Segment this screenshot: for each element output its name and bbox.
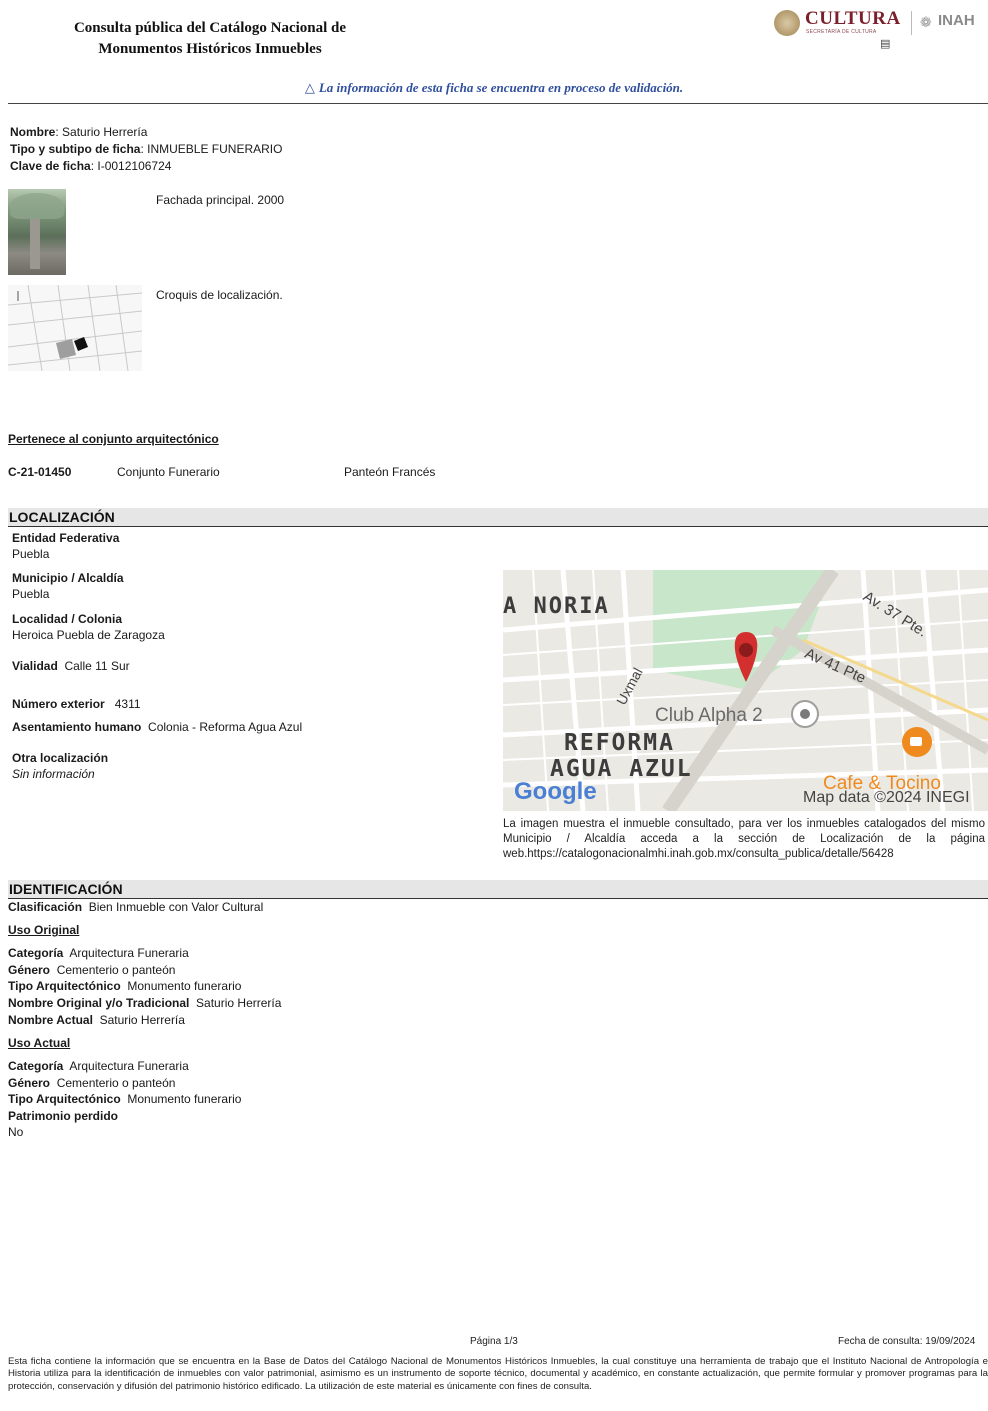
identificacion-heading: IDENTIFICACIÓN xyxy=(9,881,123,897)
uso-original-tipo: Tipo Arquitectónico Monumento funerario xyxy=(8,979,241,993)
genero-value: Cementerio o panteón xyxy=(56,1076,176,1090)
facade-photo-caption: Fachada principal. 2000 xyxy=(156,193,285,207)
asentamiento-value: Colonia - Reforma Agua Azul xyxy=(148,720,303,734)
consultation-date: Fecha de consulta: 19/09/2024 xyxy=(838,1336,976,1347)
genero-value: Cementerio o panteón xyxy=(56,963,176,977)
header-logos: CULTURA SECRETARÍA DE CULTURA ❁ INAH ▤ xyxy=(772,8,988,54)
map-label-reforma: REFORMA xyxy=(564,730,675,756)
otra-localizacion-value: Sin información xyxy=(12,767,95,781)
entidad-value: Puebla xyxy=(12,547,50,561)
cultura-logo-subtitle: SECRETARÍA DE CULTURA xyxy=(806,29,877,35)
small-emblem-icon: ▤ xyxy=(880,37,891,50)
uso-actual-genero: Género Cementerio o panteón xyxy=(8,1076,175,1090)
vialidad-field: Vialidad Calle 11 Sur xyxy=(12,659,130,673)
header-divider xyxy=(8,103,988,104)
numero-value: 4311 xyxy=(114,697,141,711)
map-label-club: Club Alpha 2 xyxy=(655,705,763,726)
sketch-caption: Croquis de localización. xyxy=(156,288,283,302)
title-line-2: Monumentos Históricos Inmuebles xyxy=(98,41,322,57)
localidad-label: Localidad / Colonia xyxy=(12,612,123,626)
government-seal-icon xyxy=(774,10,800,36)
validation-notice-text: La información de esta ficha se encuentr… xyxy=(318,80,684,95)
clasificacion-label: Clasificación xyxy=(8,900,83,914)
conjunto-type: Conjunto Funerario xyxy=(117,465,220,479)
map-caption: La imagen muestra el inmueble consultado… xyxy=(503,818,985,860)
page-number: Página 1/3 xyxy=(470,1336,518,1347)
uso-original-heading: Uso Original xyxy=(8,923,80,937)
nombre-original-label: Nombre Original y/o Tradicional xyxy=(8,996,190,1010)
genero-label: Género xyxy=(8,1076,51,1090)
municipio-label: Municipio / Alcaldía xyxy=(12,571,124,585)
vialidad-value: Calle 11 Sur xyxy=(64,659,130,673)
localizacion-section-header: LOCALIZACIÓN xyxy=(8,508,988,527)
location-sketch[interactable] xyxy=(8,285,142,371)
tipo-arquitectonico-label: Tipo Arquitectónico xyxy=(8,1092,121,1106)
uso-original-categoria: Categoría Arquitectura Funeraria xyxy=(8,946,189,960)
clave-value: I-0012106724 xyxy=(97,159,172,173)
conjunto-name: Panteón Francés xyxy=(344,465,436,479)
clasificacion-value: Bien Inmueble con Valor Cultural xyxy=(88,900,264,914)
localizacion-heading: LOCALIZACIÓN xyxy=(9,509,115,525)
logo-separator xyxy=(911,11,912,35)
monument-shape xyxy=(30,219,40,269)
location-sketch-drawing xyxy=(8,285,142,371)
clasificacion-field: Clasificación Bien Inmueble con Valor Cu… xyxy=(8,900,263,914)
localidad-value: Heroica Puebla de Zaragoza xyxy=(12,628,165,642)
tipo-arquitectonico-value: Monumento funerario xyxy=(127,979,242,993)
conjunto-heading: Pertenece al conjunto arquitectónico xyxy=(8,432,219,446)
summary-nombre: Nombre: Saturio Herrería xyxy=(10,125,148,139)
patrimonio-perdido-value: No xyxy=(8,1125,24,1139)
categoria-label: Categoría xyxy=(8,946,64,960)
uso-actual-tipo: Tipo Arquitectónico Monumento funerario xyxy=(8,1092,241,1106)
otra-localizacion-label: Otra localización xyxy=(12,751,109,765)
title-line-1: Consulta pública del Catálogo Nacional d… xyxy=(73,20,347,36)
tipo-value: INMUEBLE FUNERARIO xyxy=(147,142,283,156)
google-logo: Google xyxy=(514,778,597,805)
uso-original-nombre-actual: Nombre Actual Saturio Herrería xyxy=(8,1013,185,1027)
categoria-value: Arquitectura Funeraria xyxy=(69,946,189,960)
cultura-logo: CULTURA xyxy=(805,8,901,29)
tipo-label: Tipo y subtipo de ficha xyxy=(10,142,141,156)
patrimonio-perdido-label: Patrimonio perdido xyxy=(8,1109,119,1123)
map-data-attribution: Map data ©2024 INEGI xyxy=(803,789,970,806)
tipo-arquitectonico-label: Tipo Arquitectónico xyxy=(8,979,121,993)
numero-field: Número exterior 4311 xyxy=(12,697,141,711)
summary-clave: Clave de ficha: I-0012106724 xyxy=(10,159,172,173)
map-label-noria: A NORIA xyxy=(503,594,610,619)
summary-tipo: Tipo y subtipo de ficha: INMUEBLE FUNERA… xyxy=(10,142,283,156)
footer-disclaimer: Esta ficha contiene la información que s… xyxy=(8,1356,988,1392)
municipio-value: Puebla xyxy=(12,587,50,601)
tipo-arquitectonico-value: Monumento funerario xyxy=(127,1092,242,1106)
facade-photo[interactable] xyxy=(8,189,66,275)
identificacion-section-header: IDENTIFICACIÓN xyxy=(8,880,988,899)
nombre-actual-label: Nombre Actual xyxy=(8,1013,93,1027)
tree-canopy xyxy=(10,193,64,219)
entidad-label: Entidad Federativa xyxy=(12,531,120,545)
location-map[interactable]: A NORIA Av. 37 Pte. Av 41 Pte Uxmal Club… xyxy=(503,570,988,811)
uso-actual-heading: Uso Actual xyxy=(8,1036,71,1050)
categoria-label: Categoría xyxy=(8,1059,64,1073)
genero-label: Género xyxy=(8,963,51,977)
vialidad-label: Vialidad xyxy=(12,659,58,673)
clave-label: Clave de ficha xyxy=(10,159,91,173)
numero-label: Número exterior xyxy=(12,697,105,711)
inah-flower-icon: ❁ xyxy=(920,14,932,30)
nombre-actual-value: Saturio Herrería xyxy=(99,1013,185,1027)
asentamiento-field: Asentamiento humano Colonia - Reforma Ag… xyxy=(12,720,302,734)
page-title: Consulta pública del Catálogo Nacional d… xyxy=(40,18,380,60)
categoria-value: Arquitectura Funeraria xyxy=(69,1059,189,1073)
asentamiento-label: Asentamiento humano xyxy=(12,720,142,734)
nombre-value: Saturio Herrería xyxy=(62,125,148,139)
uso-original-genero: Género Cementerio o panteón xyxy=(8,963,175,977)
nombre-original-value: Saturio Herrería xyxy=(196,996,282,1010)
nombre-label: Nombre xyxy=(10,125,56,139)
uso-original-nombre-original: Nombre Original y/o Tradicional Saturio … xyxy=(8,996,281,1010)
warning-triangle-icon: △ xyxy=(304,80,315,95)
conjunto-code[interactable]: C-21-01450 xyxy=(8,465,71,479)
inah-logo: INAH xyxy=(938,12,975,29)
uso-actual-categoria: Categoría Arquitectura Funeraria xyxy=(8,1059,189,1073)
validation-notice: △ La información de esta ficha se encuent… xyxy=(0,80,988,96)
